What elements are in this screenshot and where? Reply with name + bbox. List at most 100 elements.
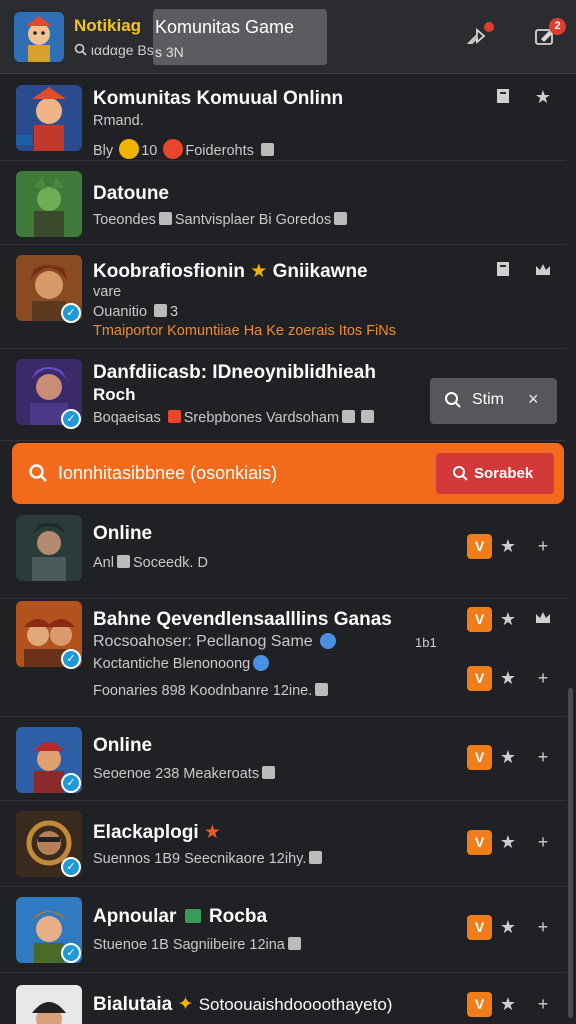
- star-icon[interactable]: ★: [497, 608, 519, 630]
- list-item[interactable]: Bialutaia ✦ Sotoouaishdoooothayeto) V ★ …: [0, 973, 566, 1024]
- item-meta: Foonaries 898 Koodnbanre 12ine.: [93, 683, 331, 699]
- app-title: Notikiag: [74, 16, 142, 35]
- verified-icon: ✓: [61, 649, 81, 669]
- item-title[interactable]: Datoune: [93, 183, 169, 205]
- folder-icon: [342, 410, 356, 423]
- vote-button[interactable]: V: [467, 666, 492, 691]
- star-icon[interactable]: ★: [497, 746, 519, 768]
- folder-icon: [154, 304, 168, 317]
- list-item[interactable]: ✓ Bahne Qevendlensaalllins Ganas Rocsoah…: [0, 599, 566, 717]
- profile-avatar[interactable]: [14, 12, 64, 62]
- list-item[interactable]: Online Anl Soceedk. D V ★ +: [0, 507, 566, 599]
- popup-label: Stim: [472, 391, 504, 408]
- medal-icon: ✦: [177, 994, 194, 1015]
- chat-icon: [163, 139, 184, 159]
- vote-button[interactable]: V: [467, 830, 492, 855]
- game-thumbnail: [16, 171, 82, 237]
- bookmark-icon[interactable]: [492, 87, 514, 109]
- game-thumbnail: [16, 515, 82, 581]
- share-badge: [484, 22, 494, 32]
- item-subtitle: Rocsoahoser: Pecllanog Same: [93, 633, 339, 651]
- top-bar: Notikiag ιαdαge Bs 3N Komunitas Game s 3…: [0, 0, 576, 74]
- crown-icon[interactable]: [532, 608, 554, 630]
- item-title[interactable]: Online: [93, 735, 152, 757]
- lock-icon: [260, 143, 274, 156]
- item-title[interactable]: Komunitas Komuual Onlinn: [93, 88, 343, 110]
- item-title[interactable]: Danfdiicasb: IDneoyniblidhieah: [93, 362, 376, 384]
- item-title-2: Roch: [93, 385, 136, 404]
- coin-icon: [119, 139, 140, 159]
- search-bar[interactable]: Ionnhitasibbnee (osonkiais) Sorabek: [12, 443, 564, 504]
- vote-button[interactable]: V: [467, 534, 492, 559]
- lock-icon: [334, 212, 348, 225]
- vote-button[interactable]: V: [467, 745, 492, 770]
- item-meta: Stuenoe 1B Sagniibeire 12ina: [93, 937, 304, 953]
- star-icon[interactable]: ★: [497, 831, 519, 853]
- item-title[interactable]: Apnoular Rocba: [93, 906, 267, 928]
- item-title[interactable]: Elackaplogi ★: [93, 821, 221, 844]
- list-item[interactable]: Komunitas Komuual Onlinn Rmand. Bly 10 F…: [0, 75, 566, 161]
- item-meta: Toeondes Santvisplaer Bi Goredos: [93, 212, 350, 228]
- item-subtitle: Rmand.: [93, 113, 144, 129]
- flag-icon: [167, 410, 181, 423]
- item-title[interactable]: Koobrafiosfionin ★ Gniikawne: [93, 260, 368, 283]
- lock-icon: [361, 410, 375, 423]
- game-thumbnail: [16, 985, 82, 1024]
- bookmark-icon[interactable]: [492, 260, 514, 282]
- lock-icon: [315, 683, 329, 696]
- list-item[interactable]: Datoune Toeondes Santvisplaer Bi Goredos: [0, 161, 566, 245]
- list-item[interactable]: ✓ Apnoular Rocba Stuenoe 1B Sagniibeire …: [0, 887, 566, 973]
- item-title[interactable]: Bialutaia ✦ Sotoouaishdoooothayeto): [93, 993, 392, 1016]
- folder-icon: [116, 555, 130, 568]
- star-icon[interactable]: ★: [497, 916, 519, 938]
- vote-button[interactable]: V: [467, 992, 492, 1017]
- vote-button[interactable]: V: [467, 915, 492, 940]
- plus-icon[interactable]: +: [532, 916, 554, 938]
- crown-icon: ★: [250, 261, 268, 282]
- lock-icon: [287, 937, 301, 950]
- plus-icon[interactable]: +: [532, 993, 554, 1015]
- crown-icon[interactable]: [532, 260, 554, 282]
- community-tooltip[interactable]: Komunitas Game s 3N: [153, 9, 327, 65]
- star-icon[interactable]: ★: [497, 535, 519, 557]
- verified-icon: ✓: [61, 857, 81, 877]
- search-input[interactable]: Ionnhitasibbnee (osonkiais): [58, 463, 277, 484]
- item-meta: Suennos 1B9 Seecnikaore 12ihy.: [93, 851, 325, 867]
- item-title[interactable]: Online: [93, 523, 152, 545]
- plus-icon[interactable]: +: [532, 535, 554, 557]
- scrollbar[interactable]: [568, 688, 573, 1018]
- search-button[interactable]: Sorabek: [436, 453, 554, 494]
- fire-icon: ★: [203, 822, 221, 843]
- item-meta: Seoenoe 238 Meakeroats: [93, 766, 278, 782]
- item-title[interactable]: Bahne Qevendlensaalllins Ganas: [93, 609, 392, 631]
- verified-icon: ✓: [61, 773, 81, 793]
- star-icon[interactable]: ★: [497, 993, 519, 1015]
- lock-icon: [309, 851, 323, 864]
- item-meta: Boqaeisas Srebpbones Vardsoham: [93, 410, 377, 426]
- tooltip-sub: s 3N: [155, 44, 184, 60]
- item-meta: Bly 10 Foiderohts: [93, 139, 277, 159]
- plus-icon[interactable]: +: [532, 746, 554, 768]
- search-button-label: Sorabek: [474, 465, 534, 482]
- search-icon: [28, 463, 48, 488]
- item-subtitle: vare: [93, 284, 122, 300]
- share-button[interactable]: [464, 22, 494, 52]
- star-icon[interactable]: ★: [532, 86, 554, 108]
- vote-button[interactable]: V: [467, 607, 492, 632]
- item-meta: Anl Soceedk. D: [93, 555, 208, 571]
- plus-icon[interactable]: +: [532, 667, 554, 689]
- plus-icon[interactable]: +: [532, 831, 554, 853]
- folder-icon: [158, 212, 172, 225]
- list-item[interactable]: ✓ Elackaplogi ★ Suennos 1B9 Seecnikaore …: [0, 801, 566, 887]
- list-item[interactable]: ✓ Koobrafiosfionin ★ Gniikawne vare Ouan…: [0, 245, 566, 349]
- edit-button[interactable]: 2: [532, 18, 566, 52]
- notification-badge: 2: [549, 18, 566, 35]
- list-item[interactable]: ✓ Online Seoenoe 238 Meakeroats V ★ +: [0, 717, 566, 801]
- close-icon[interactable]: ×: [528, 389, 539, 410]
- search-popup[interactable]: Stim ×: [430, 378, 557, 424]
- star-icon[interactable]: ★: [497, 667, 519, 689]
- verified-icon: ✓: [61, 943, 81, 963]
- game-thumbnail: [16, 85, 82, 151]
- search-icon: [74, 42, 91, 58]
- info-icon: [320, 633, 337, 649]
